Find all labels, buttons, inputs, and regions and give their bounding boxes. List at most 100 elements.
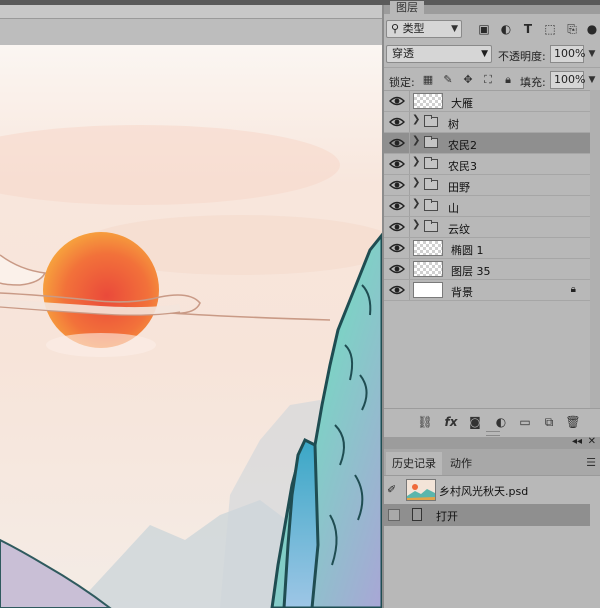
layer-name[interactable]: 大雁 [451, 95, 473, 111]
history-snapshot-row[interactable]: ✐ 乡村风光秋天.psd [384, 477, 590, 503]
tab-layers[interactable]: 图层 [390, 1, 424, 14]
link-icon[interactable]: ⛓ [416, 414, 434, 430]
group-row[interactable]: ❯ 云纹 [384, 217, 590, 238]
layer-row[interactable]: 椭圆 1 [384, 238, 590, 259]
document-canvas-area[interactable] [0, 5, 382, 608]
layers-tab-bar: 图层 [384, 1, 600, 14]
layer-name[interactable]: 背景 [451, 284, 473, 300]
eye-icon[interactable] [389, 136, 405, 150]
layer-thumbnail [413, 240, 443, 256]
collapse-icon[interactable]: ◂◂ [572, 436, 582, 447]
eye-icon[interactable] [389, 262, 405, 276]
artwork-canvas[interactable] [0, 45, 382, 608]
adjustment-icon[interactable]: ◐ [492, 414, 510, 430]
group-name[interactable]: 山 [448, 200, 459, 216]
layer-thumbnail [413, 282, 443, 298]
group-row-selected[interactable]: ❯ 农民2 [384, 133, 590, 154]
tab-history[interactable]: 历史记录 [386, 452, 442, 475]
adjustment-filter-icon[interactable]: ◐ [498, 21, 514, 37]
group-row[interactable]: ❯ 树 [384, 112, 590, 133]
trash-icon[interactable]: 🗑︎ [564, 414, 582, 430]
lock-position-icon[interactable]: ✥ [460, 72, 476, 88]
eye-icon[interactable] [389, 283, 405, 297]
divider [409, 91, 410, 111]
history-state-name: 打开 [436, 510, 458, 523]
chevron-right-icon[interactable]: ❯ [412, 135, 420, 146]
tab-actions[interactable]: 动作 [444, 452, 478, 475]
close-icon[interactable]: ✕ [588, 436, 596, 447]
fill-field[interactable]: 100% [550, 71, 585, 89]
snapshot-thumbnail [406, 479, 436, 501]
chevron-right-icon[interactable]: ❯ [412, 114, 420, 125]
eye-icon[interactable] [389, 178, 405, 192]
chevron-right-icon[interactable]: ❯ [412, 177, 420, 188]
fx-icon[interactable]: fx [442, 414, 460, 430]
history-brush-source-icon[interactable]: ✐ [387, 483, 396, 496]
lock-all-icon[interactable]: 🔒︎ [500, 72, 516, 88]
group-row[interactable]: ❯ 田野 [384, 175, 590, 196]
panel-menu-icon[interactable]: ☰ [586, 456, 596, 469]
eye-icon[interactable] [389, 115, 405, 129]
chevron-down-icon: ▼ [451, 24, 458, 34]
document-tab-strip [0, 5, 382, 19]
eye-icon[interactable] [389, 241, 405, 255]
divider [409, 133, 410, 153]
history-state-row[interactable]: 打开 [384, 504, 590, 526]
eye-icon[interactable] [389, 220, 405, 234]
chevron-down-icon: ▼ [481, 49, 488, 59]
lock-icon: 🔒︎ [570, 284, 576, 295]
snapshot-image [407, 480, 435, 500]
layer-row[interactable]: 大雁 [384, 91, 590, 112]
group-name[interactable]: 云纹 [448, 221, 470, 237]
new-layer-icon[interactable]: ⧉ [540, 414, 558, 430]
layer-thumbnail [413, 93, 443, 109]
group-row[interactable]: ❯ 山 [384, 196, 590, 217]
divider [409, 175, 410, 195]
group-name[interactable]: 树 [448, 116, 459, 132]
folder-icon [424, 220, 438, 232]
folder-icon [424, 136, 438, 148]
blend-mode-select[interactable]: 穿透 ▼ [386, 45, 492, 63]
chevron-right-icon[interactable]: ❯ [412, 198, 420, 209]
group-name[interactable]: 田野 [448, 179, 470, 195]
lock-fill-row: 锁定: ▦ ✎ ✥ ⛶ 🔒︎ 填充: 100% ▼ [384, 67, 600, 92]
lock-transparent-icon[interactable]: ▦ [420, 72, 436, 88]
layers-scrollbar[interactable] [590, 90, 600, 408]
background-layer-row[interactable]: 背景 🔒︎ [384, 280, 590, 301]
eye-icon[interactable] [389, 157, 405, 171]
opacity-dropdown-icon[interactable]: ▼ [586, 45, 598, 63]
layer-name[interactable]: 椭圆 1 [451, 242, 484, 258]
smart-object-filter-icon[interactable]: ⎘ [564, 21, 580, 37]
chevron-right-icon[interactable]: ❯ [412, 219, 420, 230]
layers-list: 大雁 ❯ 树 ❯ 农民2 ❯ 农民3 ❯ 田野 ❯ 山 ❯ 云纹 椭圆 1 图层… [384, 90, 590, 309]
history-brush-checkbox[interactable] [388, 509, 400, 521]
history-dock-header: ◂◂ ✕ [384, 436, 600, 449]
group-row[interactable]: ❯ 农民3 [384, 154, 590, 175]
shape-filter-icon[interactable]: ⬚ [542, 21, 558, 37]
opacity-label: 不透明度: [498, 50, 546, 63]
folder-icon [424, 178, 438, 190]
mask-icon[interactable]: ◙ [466, 414, 484, 430]
divider [409, 196, 410, 216]
lock-image-icon[interactable]: ✎ [440, 72, 456, 88]
fill-dropdown-icon[interactable]: ▼ [586, 71, 598, 89]
layer-name[interactable]: 图层 35 [451, 263, 491, 279]
chevron-right-icon[interactable]: ❯ [412, 156, 420, 167]
kind-filter-select[interactable]: ⚲ 类型 ▼ [386, 20, 462, 38]
group-name[interactable]: 农民3 [448, 158, 477, 174]
eye-icon[interactable] [389, 199, 405, 213]
folder-icon [424, 157, 438, 169]
right-panel-dock: 图层 ⚲ 类型 ▼ ▣ ◐ T ⬚ ⎘ ● 穿透 ▼ 不透明度: 100% ▼ … [384, 1, 600, 608]
group-name[interactable]: 农民2 [448, 137, 477, 153]
image-filter-icon[interactable]: ▣ [476, 21, 492, 37]
opacity-field[interactable]: 100% [550, 45, 585, 63]
type-filter-icon[interactable]: T [520, 21, 536, 37]
layer-thumbnail [413, 261, 443, 277]
new-group-icon[interactable]: ▭ [516, 414, 534, 430]
blend-opacity-row: 穿透 ▼ 不透明度: 100% ▼ [384, 42, 600, 66]
filter-toggle-icon[interactable]: ● [586, 21, 598, 37]
eye-icon[interactable] [389, 94, 405, 108]
layer-row[interactable]: 图层 35 [384, 259, 590, 280]
panel-resize-grip[interactable] [486, 431, 500, 436]
lock-artboard-icon[interactable]: ⛶ [480, 72, 496, 88]
